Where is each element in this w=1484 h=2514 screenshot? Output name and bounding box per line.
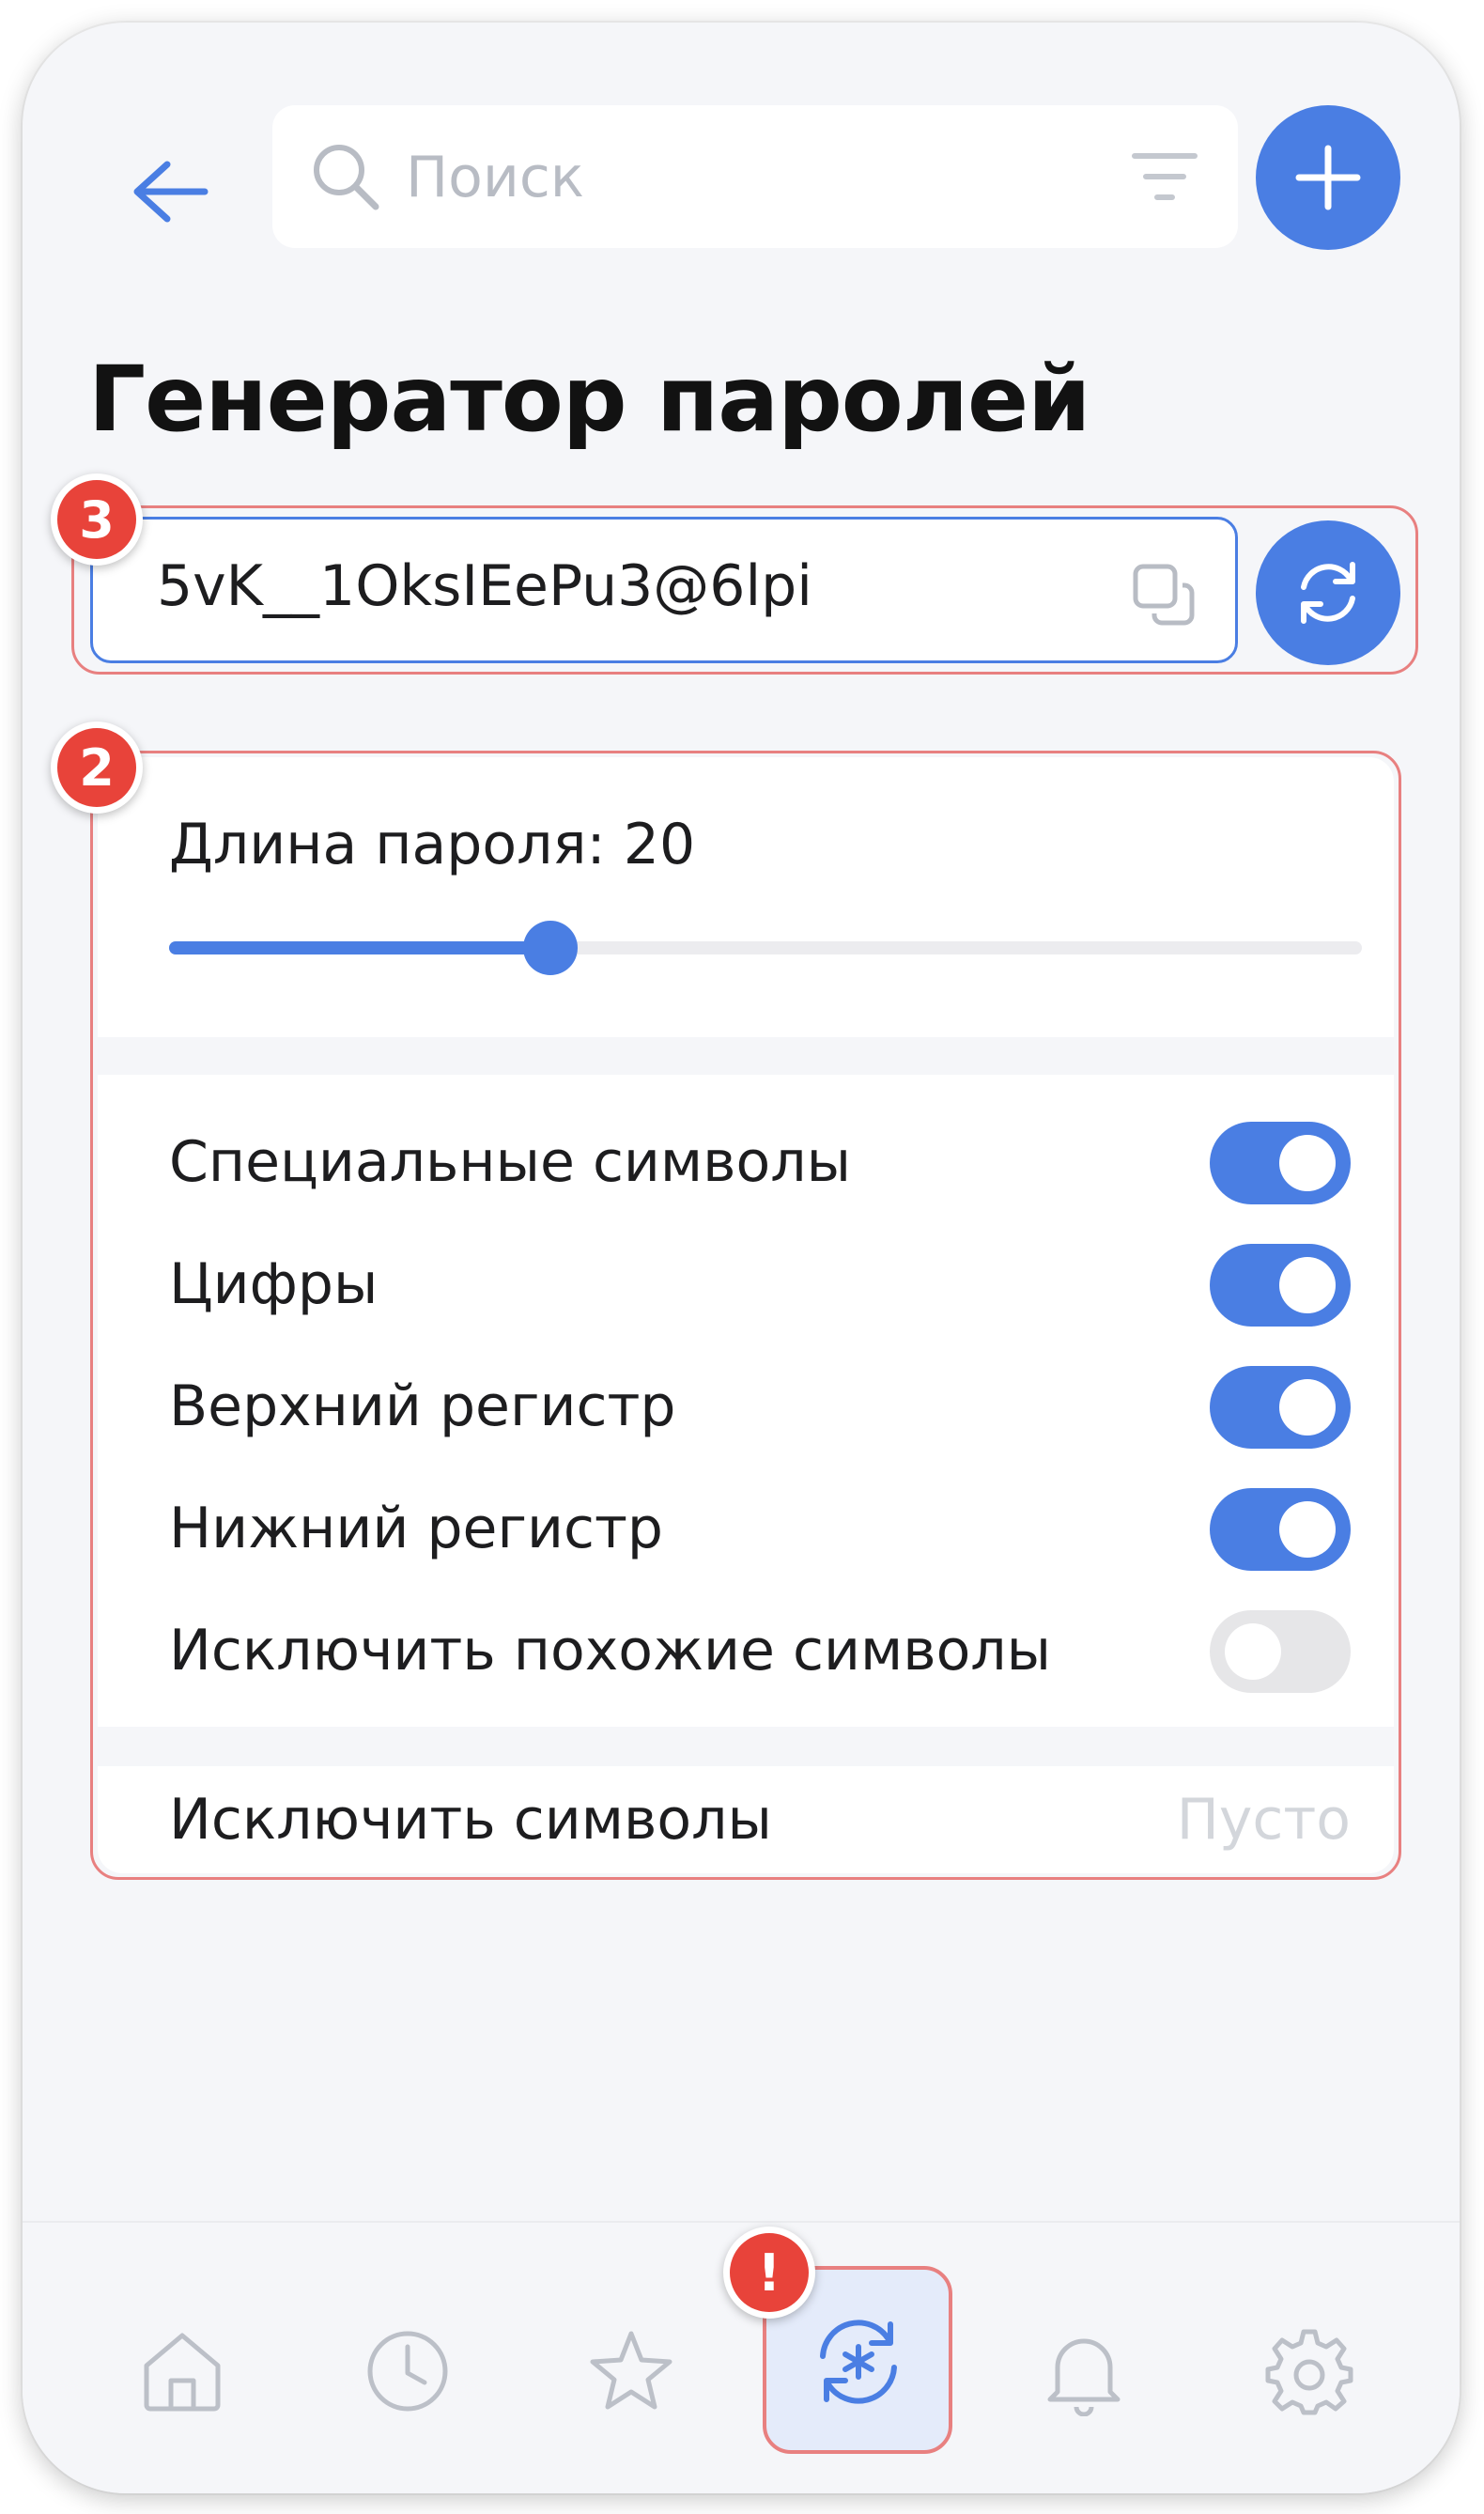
add-button[interactable] xyxy=(1256,105,1400,250)
toggle-knob xyxy=(1279,1135,1336,1191)
refresh-icon xyxy=(1301,562,1355,624)
refresh-button[interactable] xyxy=(1256,520,1400,665)
star-icon[interactable] xyxy=(586,2326,676,2416)
toggle-row-digits: Цифры xyxy=(98,1231,1394,1334)
toggle-knob xyxy=(1279,1379,1336,1435)
gear-icon[interactable] xyxy=(1264,2326,1354,2416)
search-icon xyxy=(314,145,379,210)
exclude-chars-value[interactable]: Пусто xyxy=(1177,1787,1351,1853)
copy-icon[interactable] xyxy=(1130,561,1198,628)
slider-fill xyxy=(169,941,551,954)
toggle-knob xyxy=(1279,1501,1336,1558)
length-slider[interactable] xyxy=(169,921,1362,975)
toggle-knob xyxy=(1279,1257,1336,1313)
password-field[interactable]: 5vK__1OksIEePu3@6lpi xyxy=(90,517,1238,663)
password-generator-icon xyxy=(820,2320,897,2404)
clock-icon[interactable] xyxy=(363,2326,453,2416)
length-label: Длина пароля: 20 xyxy=(169,812,696,877)
toggle-row-uppercase: Верхний регистр xyxy=(98,1353,1394,1456)
lowercase-toggle[interactable] xyxy=(1210,1488,1351,1571)
page-title: Генератор паролей xyxy=(88,347,1090,452)
toggle-label: Нижний регистр xyxy=(169,1496,663,1561)
toggle-label: Цифры xyxy=(169,1251,379,1317)
digits-toggle[interactable] xyxy=(1210,1244,1351,1327)
phone-screen: Генератор паролей 5vK__1OksIEePu3@6lpi 3… xyxy=(23,23,1460,2493)
exclude-chars-row[interactable]: Исключить символы Пусто xyxy=(98,1766,1394,1873)
step-badge-3: 3 xyxy=(51,473,143,566)
toggle-row-similar: Исключить похожие символы xyxy=(98,1597,1394,1700)
search-input[interactable] xyxy=(404,133,1065,222)
arrow-left-icon xyxy=(133,161,209,223)
length-card: Длина пароля: 20 xyxy=(98,757,1394,1037)
special-chars-toggle[interactable] xyxy=(1210,1122,1351,1204)
toggle-knob xyxy=(1225,1623,1281,1680)
toggle-row-lowercase: Нижний регистр xyxy=(98,1475,1394,1578)
uppercase-toggle[interactable] xyxy=(1210,1366,1351,1449)
toggle-label: Специальные символы xyxy=(169,1129,851,1195)
step-badge-alert: ! xyxy=(723,2227,815,2319)
plus-icon xyxy=(1295,145,1361,210)
slider-thumb[interactable] xyxy=(523,921,579,975)
exclude-chars-label[interactable]: Исключить символы xyxy=(169,1787,772,1853)
step-badge-2: 2 xyxy=(51,722,143,814)
password-value[interactable]: 5vK__1OksIEePu3@6lpi xyxy=(157,553,812,619)
back-button[interactable] xyxy=(113,135,225,248)
exclude-similar-toggle[interactable] xyxy=(1210,1610,1351,1693)
toggles-card: Специальные символы Цифры Верхний регист… xyxy=(98,1075,1394,1727)
bell-icon[interactable] xyxy=(1039,2326,1129,2416)
toggle-row-special: Специальные символы xyxy=(98,1109,1394,1212)
toggle-label: Верхний регистр xyxy=(169,1373,676,1439)
home-icon[interactable] xyxy=(137,2326,227,2416)
filter-icon[interactable] xyxy=(1131,150,1198,203)
toggle-label: Исключить похожие символы xyxy=(169,1618,1052,1684)
search-bar xyxy=(272,105,1238,248)
